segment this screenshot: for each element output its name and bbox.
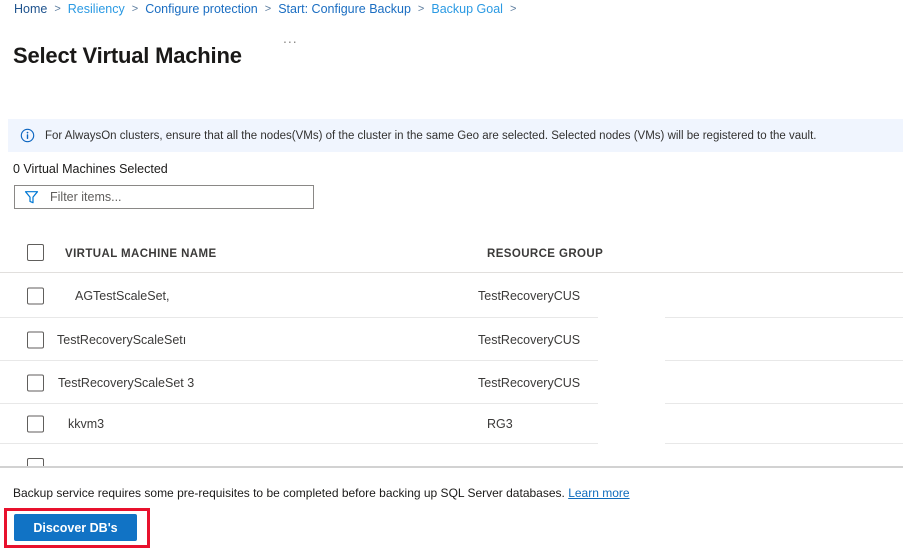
vm-name-cell: TestRecoveryScaleSet 3 [58,375,195,390]
info-banner: For AlwaysOn clusters, ensure that all t… [8,119,903,152]
filter-box[interactable] [14,185,314,209]
breadcrumb-separator-icon: > [417,3,425,15]
breadcrumb-separator-icon: > [264,3,272,15]
row-checkbox[interactable] [27,374,44,391]
learn-more-link[interactable]: Learn more [568,486,629,500]
prerequisites-note-text: Backup service requires some pre-requisi… [13,486,565,500]
row-checkbox[interactable] [27,415,44,433]
info-icon [20,128,35,143]
vm-name-cell: TestRecoveryScaleSetı [57,332,187,347]
partial-row-checkbox[interactable] [27,458,44,466]
resource-group-cell: TestRecoveryCUS [478,332,581,347]
info-banner-text: For AlwaysOn clusters, ensure that all t… [45,129,817,142]
row-checkbox[interactable] [27,331,44,348]
column-header-virtual-machine-name: VIRTUAL MACHINE NAME [65,248,217,260]
select-virtual-machine-page: { "breadcrumb": { "separator": ">", "ite… [0,0,903,551]
title-more-button[interactable]: ... [283,30,298,46]
table-row[interactable]: TestRecoveryScaleSetı TestRecoveryCUS [0,318,903,361]
row-checkbox[interactable] [27,287,44,304]
column-header-resource-group: RESOURCE GROUP [487,248,604,260]
discover-dbs-button[interactable]: Discover DB's [14,514,137,541]
breadcrumb: Home > Resiliency > Configure protection… [14,2,516,16]
filter-input[interactable] [48,187,313,207]
breadcrumb-item-resiliency[interactable]: Resiliency [68,2,125,16]
row-divider [0,443,598,444]
prerequisites-note: Backup service requires some pre-requisi… [13,486,630,500]
resource-group-cell: TestRecoveryCUS [478,288,581,303]
vm-table: AGTestScaleSet, TestRecoveryCUS TestReco… [0,273,903,466]
table-row[interactable]: TestRecoveryScaleSet 3 TestRecoveryCUS [0,361,903,404]
breadcrumb-separator-icon: > [54,3,61,15]
table-row[interactable]: AGTestScaleSet, TestRecoveryCUS [0,273,903,318]
page-title: Select Virtual Machine [13,42,242,68]
selection-count: 0 Virtual Machines Selected [13,162,168,176]
breadcrumb-item-home[interactable]: Home [14,2,47,16]
vm-name-cell: kkvm3 [68,417,105,431]
select-all-checkbox[interactable] [27,244,44,261]
resource-group-cell: TestRecoveryCUS [478,375,581,390]
pane-bottom-divider [0,466,903,468]
vm-name-cell: AGTestScaleSet, [75,288,170,303]
breadcrumb-separator-icon: > [131,3,139,15]
resource-group-cell: RG3 [487,417,513,431]
breadcrumb-item-backup-goal[interactable]: Backup Goal [431,2,503,16]
breadcrumb-separator-icon: > [509,3,517,15]
table-row[interactable]: kkvm3 RG3 [0,404,903,444]
filter-funnel-icon [24,190,39,204]
row-divider [665,443,903,444]
breadcrumb-item-start-configure-backup[interactable]: Start: Configure Backup [278,2,411,16]
breadcrumb-item-configure-protection[interactable]: Configure protection [145,2,258,16]
